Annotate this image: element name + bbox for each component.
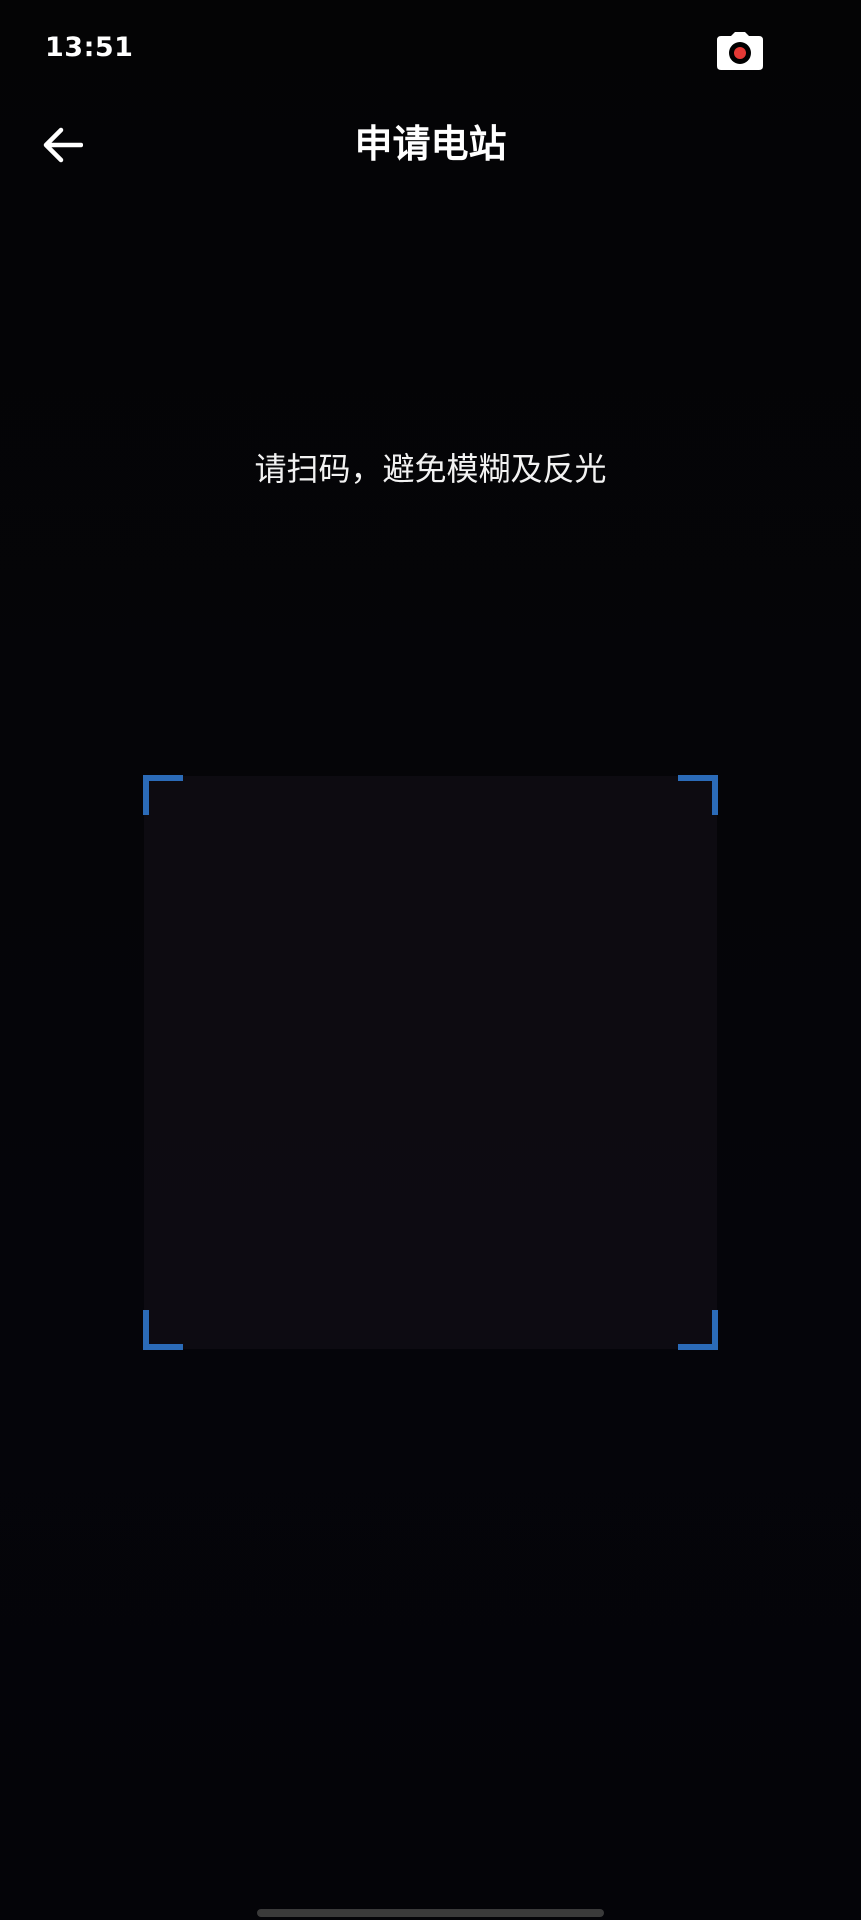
status-time: 13:51 xyxy=(45,32,134,63)
camera-record-icon xyxy=(717,32,763,70)
scan-frame-corner-top-right xyxy=(678,775,718,815)
scan-hint: 请扫码，避免模糊及反光 xyxy=(254,450,607,488)
status-bar: 13:51 xyxy=(0,0,861,100)
page-title: 申请电站 xyxy=(354,122,507,166)
scan-frame-corner-bottom-right xyxy=(678,1310,718,1350)
scan-frame xyxy=(143,775,718,1350)
home-indicator[interactable] xyxy=(257,1909,604,1917)
scan-frame-corner-top-left xyxy=(143,775,183,815)
scan-frame-corner-bottom-left xyxy=(143,1310,183,1350)
app-header: 申请电站 xyxy=(0,100,861,190)
